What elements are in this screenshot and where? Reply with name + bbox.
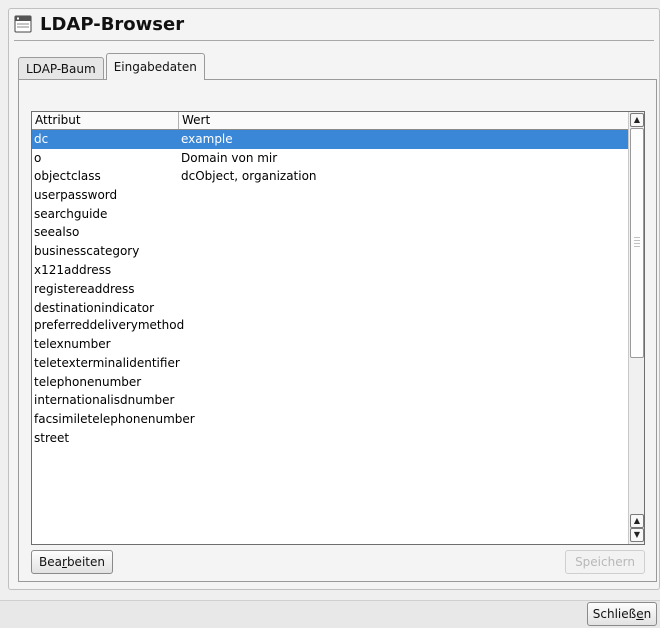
tab-bar: LDAP-Baum Eingabedaten [18,53,205,80]
attribute-name: facsimiletelephonenumber [34,411,195,426]
attribute-value [179,186,628,205]
save-button[interactable]: Speichern [565,550,645,574]
tab-eingabedaten[interactable]: Eingabedaten [105,53,205,80]
attribute-value: Domain von mir [181,150,278,165]
edit-button-label-start: Bea [39,555,62,569]
attribute-name: objectclass [34,169,101,184]
attribute-name: preferreddeliverymethod [34,318,185,333]
attribute-value [179,373,628,392]
attribute-name: telexnumber [34,337,111,352]
close-button-label-start: Schließ [592,607,637,621]
tab-ldap-baum[interactable]: LDAP-Baum [18,57,104,80]
title-row: LDAP-Browser [14,12,184,36]
table-row[interactable]: telexnumber [32,335,628,354]
dialog-button-bar: Schließen [0,600,660,628]
attribute-value [179,391,628,410]
table-row[interactable]: preferreddeliverymethod [32,315,628,335]
attribute-value [179,261,628,280]
attribute-name: dc [34,132,49,146]
table-row[interactable]: x121address [32,261,628,280]
table-row[interactable]: destinationindicator [32,301,628,315]
attribute-name: destinationindicator [34,301,155,316]
attribute-value [179,223,628,242]
table-row[interactable]: userpassword [32,186,628,205]
vertical-scrollbar[interactable]: ▲ ▲ ▼ [628,112,644,544]
attribute-name: street [34,430,70,445]
close-button-mnemonic: e [636,607,644,621]
attribute-value [179,301,628,315]
table-row[interactable]: registereaddress [32,280,628,299]
attribute-value [179,205,628,224]
column-header-wert[interactable]: Wert [179,112,628,129]
table-row[interactable]: telephonenumber [32,373,628,392]
title-divider [14,40,654,41]
table-row[interactable]: seealso [32,223,628,242]
attribute-name: businesscategory [34,244,140,259]
attribute-table: Attribut Wert dc example o Domain von mir … [31,111,645,545]
table-row[interactable]: teletexterminalidentifier [32,354,628,373]
edit-button-label-end: beiten [66,555,105,569]
table-row[interactable]: businesscategory [32,242,628,261]
table-row[interactable]: dc example [32,130,628,149]
attribute-name: telephonenumber [34,374,142,389]
attribute-name: x121address [34,262,112,277]
attribute-value [179,410,628,429]
table-row[interactable]: street [32,429,628,448]
table-body: dc example o Domain von mir objectclass dcO… [32,130,628,447]
scrollbar-thumb[interactable] [630,128,644,358]
table-header: Attribut Wert [32,112,628,130]
attribute-name: searchguide [34,206,108,221]
scroll-down-arrow-icon[interactable]: ▼ [630,528,644,542]
table-row[interactable]: internationalisdnumber [32,391,628,410]
table-row[interactable]: objectclass dcObject, organization [32,167,628,186]
window-content: LDAP-Browser LDAP-Baum Eingabedaten Attr… [0,0,660,600]
attribute-value: example [181,132,233,146]
attribute-name: seealso [34,225,80,240]
table-row[interactable]: facsimiletelephonenumber [32,410,628,429]
tab-panel-eingabedaten: Attribut Wert dc example o Domain von mir … [18,79,657,582]
scroll-up-arrow-icon[interactable]: ▲ [630,113,644,127]
attribute-name: o [34,150,42,165]
table-row[interactable]: searchguide [32,205,628,224]
attribute-value [179,280,628,299]
scroll-up-arrow-icon[interactable]: ▲ [630,514,644,528]
edit-button[interactable]: Bearbeiten [31,550,113,574]
attribute-value [179,354,628,373]
attribute-value [179,315,628,335]
attribute-name: registereaddress [34,281,135,296]
column-header-attribut[interactable]: Attribut [32,112,179,129]
attribute-value: dcObject, organization [181,169,317,184]
app-window-icon [14,15,32,33]
grip-icon [634,237,640,247]
page-title: LDAP-Browser [40,13,185,35]
close-button-label-end: n [643,607,652,621]
attribute-value [179,242,628,261]
attribute-name: teletexterminalidentifier [34,355,180,370]
attribute-name: userpassword [34,188,118,203]
attribute-value [179,429,628,448]
attribute-value [179,335,628,354]
close-button[interactable]: Schließen [587,602,657,626]
attribute-name: internationalisdnumber [34,393,175,408]
table-row[interactable]: o Domain von mir [32,149,628,168]
